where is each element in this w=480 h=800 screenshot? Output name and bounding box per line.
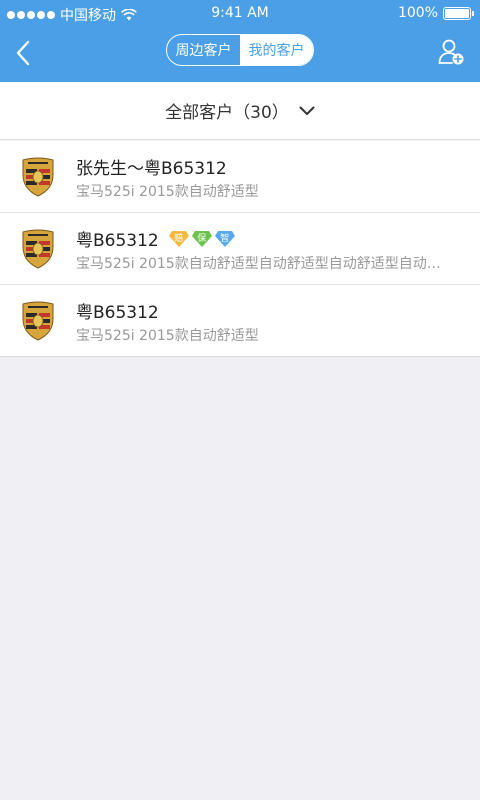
car-brand-logo [22, 157, 54, 197]
customer-list-item[interactable]: 粤B65312 赔 保 智 宝马525i 2015款自动舒适型自动舒适型自动舒适… [0, 213, 480, 285]
chevron-down-icon [299, 106, 315, 115]
service-badges: 赔 保 智 [168, 230, 235, 248]
smart-badge: 智 [214, 230, 235, 248]
car-brand-logo [22, 301, 54, 341]
tab-nearby-customers[interactable]: 周边客户 [167, 35, 240, 65]
navigation-bar: 中国移动 9:41 AM 100% 周边客户 我的客户 [0, 0, 480, 82]
filter-label: 全部客户（30） [165, 103, 289, 123]
customer-car-model: 宝马525i 2015款自动舒适型自动舒适型自动舒适型自动舒适型 [76, 256, 448, 272]
add-user-icon [438, 39, 464, 65]
customer-car-model: 宝马525i 2015款自动舒适型 [76, 328, 259, 344]
customer-title: 粤B65312 [76, 231, 159, 251]
battery-icon [443, 6, 474, 20]
customer-list-item[interactable]: 张先生～粤B65312 宝马525i 2015款自动舒适型 [0, 141, 480, 213]
tab-my-customers[interactable]: 我的客户 [240, 35, 313, 65]
customer-filter-dropdown[interactable]: 全部客户（30） [0, 82, 480, 140]
customer-list: 张先生～粤B65312 宝马525i 2015款自动舒适型 粤B65312 赔 [0, 141, 480, 357]
customer-title: 粤B65312 [76, 303, 159, 323]
add-customer-button[interactable] [437, 38, 465, 66]
chevron-left-icon [16, 40, 30, 66]
claim-badge: 赔 [168, 230, 189, 248]
battery-percentage: 100% [397, 5, 438, 21]
customer-segmented-control: 周边客户 我的客户 [166, 34, 314, 66]
back-button[interactable] [12, 40, 36, 66]
customer-title: 张先生～粤B65312 [76, 159, 227, 179]
customer-car-model: 宝马525i 2015款自动舒适型 [76, 184, 259, 200]
insurance-badge: 保 [191, 230, 212, 248]
car-brand-logo [22, 229, 54, 269]
customer-list-item[interactable]: 粤B65312 宝马525i 2015款自动舒适型 [0, 285, 480, 357]
status-bar: 中国移动 9:41 AM 100% [0, 0, 480, 28]
